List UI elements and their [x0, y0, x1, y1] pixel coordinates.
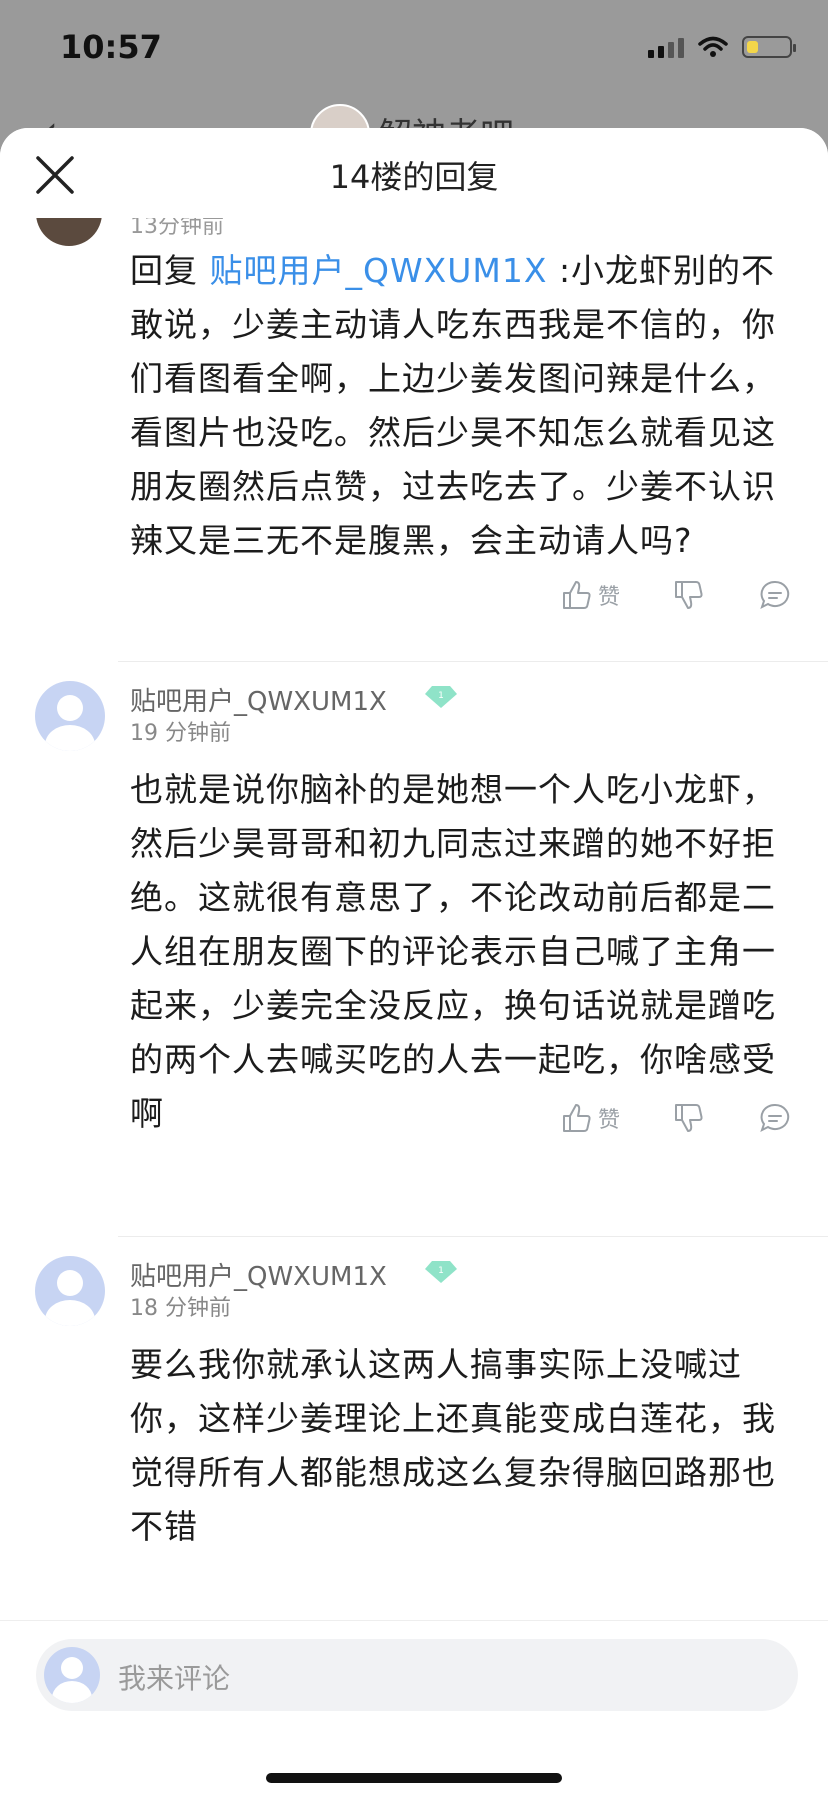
- avatar[interactable]: [35, 681, 105, 751]
- wifi-icon: [698, 36, 728, 57]
- status-bar: 10:57: [0, 0, 828, 100]
- comment-bar: 我来评论: [0, 1620, 828, 1793]
- reply-sheet: 14楼的回复 13分钟前 回复 贴吧用户_QWXUM1X :小龙虾别的不敢说，少…: [0, 128, 828, 1792]
- reply-list: 13分钟前 回复 贴吧用户_QWXUM1X :小龙虾别的不敢说，少姜主动请人吃东…: [0, 218, 828, 1748]
- reply-prefix: 回复: [130, 251, 210, 290]
- level-badge-number: 1: [438, 691, 444, 701]
- level-badge-icon: 1: [425, 1261, 457, 1283]
- avatar[interactable]: [36, 218, 102, 246]
- mention-link[interactable]: 贴吧用户_QWXUM1X: [210, 251, 548, 290]
- home-indicator[interactable]: [266, 1773, 562, 1783]
- battery-icon: [742, 36, 796, 58]
- status-time: 10:57: [60, 28, 162, 66]
- thumbs-up-icon: [562, 581, 591, 609]
- level-badge-icon: 1: [425, 686, 457, 708]
- reply-time: 18 分钟前: [130, 1296, 231, 1321]
- reply-actions: 赞: [560, 578, 792, 612]
- status-icons: [648, 36, 796, 58]
- divider: [118, 661, 828, 662]
- reply-text: 要么我你就承认这两人搞事实际上没喊过你，这样少姜理论上还真能变成白莲花，我觉得所…: [130, 1345, 776, 1546]
- reply-text: 也就是说你脑补的是她想一个人吃小龙虾，然后少昊哥哥和初九同志过来蹭的她不好拒绝。…: [130, 770, 776, 1133]
- comment-placeholder: 我来评论: [118, 1662, 231, 1695]
- thumbs-up-icon: [562, 1104, 591, 1132]
- comment-icon[interactable]: [758, 578, 792, 612]
- username[interactable]: 贴吧用户_QWXUM1X: [130, 1256, 387, 1293]
- avatar: [44, 1647, 100, 1703]
- comment-icon[interactable]: [758, 1101, 792, 1135]
- reply-actions: 赞: [560, 1101, 792, 1135]
- like-button[interactable]: 赞: [560, 1101, 620, 1135]
- thumbs-down-icon[interactable]: [672, 578, 706, 612]
- sheet-header: 14楼的回复: [0, 128, 828, 218]
- reply-text: 回复 贴吧用户_QWXUM1X :小龙虾别的不敢说，少姜主动请人吃东西我是不信的…: [130, 244, 795, 568]
- avatar[interactable]: [35, 1256, 105, 1326]
- reply-time: 13分钟前: [130, 218, 224, 239]
- like-button[interactable]: 赞: [560, 578, 620, 612]
- like-label: 赞: [597, 1108, 620, 1133]
- reply-body: :小龙虾别的不敢说，少姜主动请人吃东西我是不信的，你们看图看全啊，上边少姜发图问…: [130, 251, 776, 560]
- cellular-signal-icon: [648, 36, 684, 58]
- reply-time: 19 分钟前: [130, 721, 231, 746]
- divider: [118, 1236, 828, 1237]
- username[interactable]: 贴吧用户_QWXUM1X: [130, 681, 387, 718]
- thumbs-down-icon[interactable]: [672, 1101, 706, 1135]
- sheet-title: 14楼的回复: [329, 158, 499, 196]
- like-label: 赞: [597, 585, 620, 610]
- comment-input[interactable]: 我来评论: [36, 1639, 798, 1711]
- battery-level: [747, 41, 758, 53]
- level-badge-number: 1: [438, 1266, 444, 1276]
